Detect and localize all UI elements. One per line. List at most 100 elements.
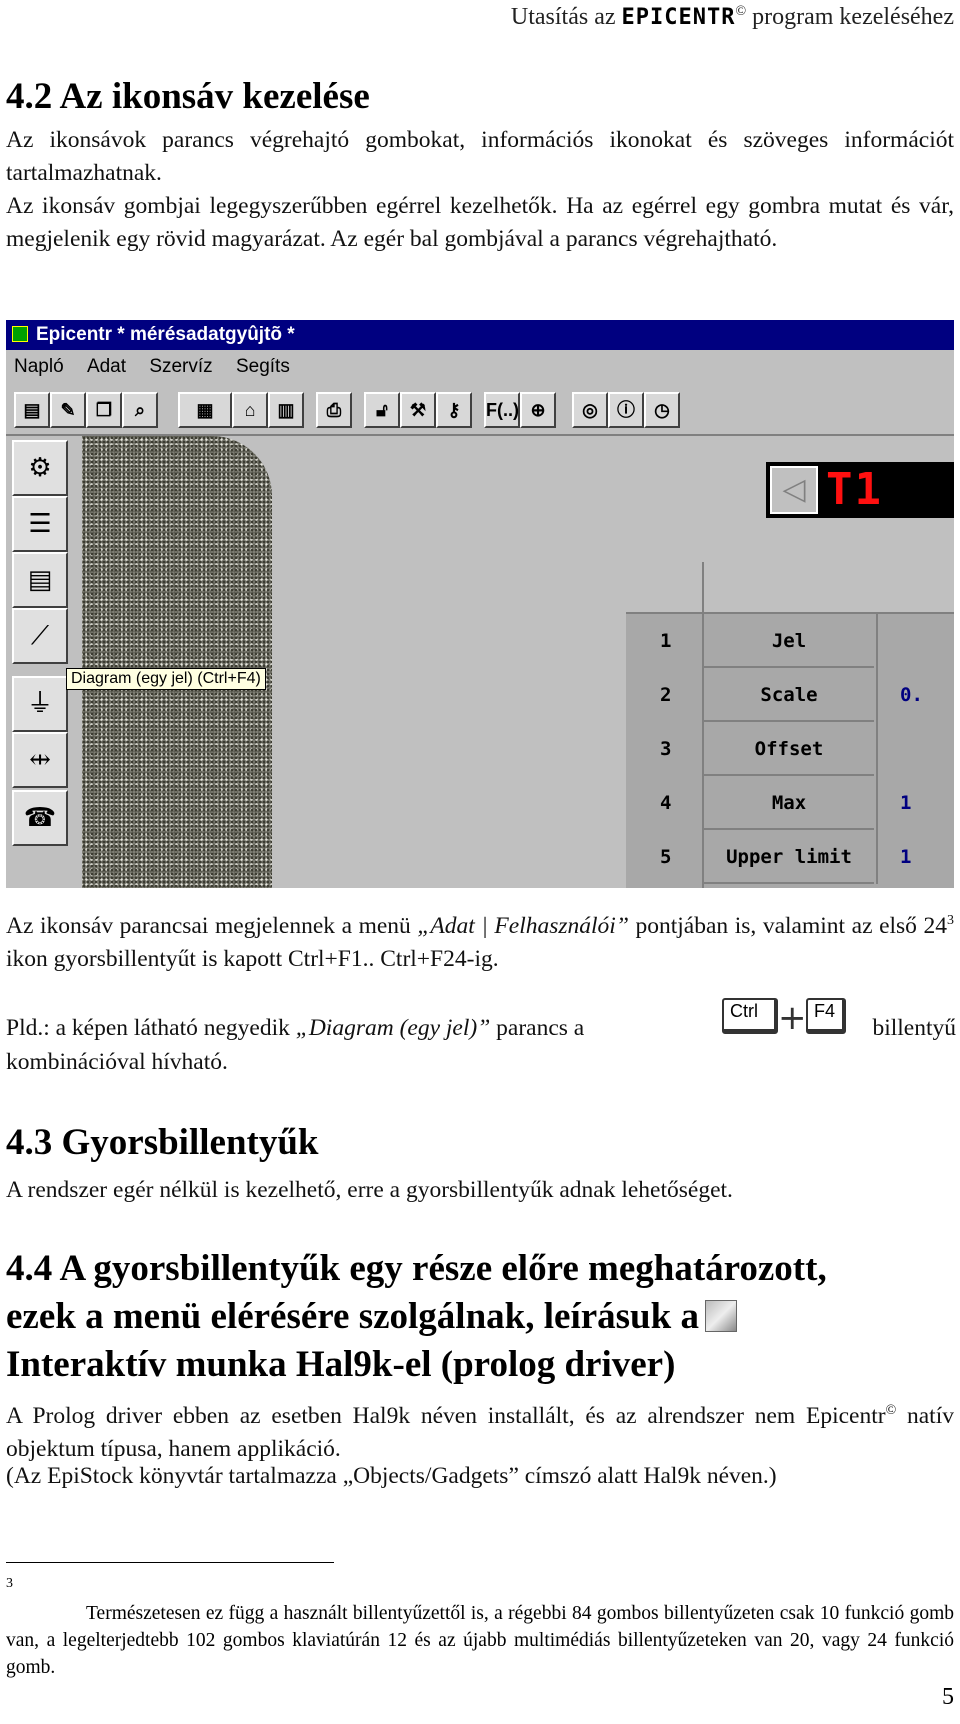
- paragraph-example-word: billentyű: [856, 1012, 956, 1045]
- paragraph-prolog-driver: A Prolog driver ebben az esetben Hal9k n…: [6, 1394, 954, 1466]
- menu-path: „Adat | Felhasználói”: [417, 912, 629, 939]
- plus-sign: +: [778, 998, 807, 1038]
- triangle-left-icon[interactable]: ◁: [770, 466, 818, 514]
- icon-toolbar: ▤ ✎ ❐ ⌕ ▦ ⌂ ▥ ⎙ 🔓︎ ⚒ ⚷ F(..) ⊕ ◎ ⓘ ◷: [6, 384, 954, 436]
- row-value: 1: [900, 846, 912, 868]
- heading-text: ezek a menü elérésére szolgálnak, leírás…: [6, 1296, 699, 1337]
- epicentr-logo: EPICENTR: [621, 5, 736, 30]
- led-display: ◁ T1: [766, 462, 954, 518]
- signal-icon[interactable]: ⚙: [12, 440, 68, 496]
- row-number: 5: [660, 846, 672, 868]
- heading-4-4-line1: 4.4 A gyorsbillentyűk egy része előre me…: [6, 1248, 827, 1289]
- hammer-icon[interactable]: ⚒: [400, 392, 436, 428]
- footnote-separator: [6, 1562, 334, 1563]
- column-divider: [876, 776, 878, 830]
- board-icon[interactable]: ▦: [178, 392, 232, 428]
- left-icon-bar: ⚙ ☰ ▤ ⟋ ⏚ ⇹ ☎: [6, 436, 82, 888]
- column-divider: [876, 830, 878, 884]
- menu-naplo[interactable]: Napló: [14, 356, 64, 377]
- printer-icon[interactable]: ⎙: [316, 392, 352, 428]
- row-number: 1: [660, 630, 672, 652]
- oscilloscope-icon[interactable]: ⏚: [12, 676, 68, 732]
- heading-4-3: 4.3 Gyorsbillentyűk: [6, 1122, 319, 1163]
- grid-row[interactable]: 1 Jel: [626, 614, 954, 668]
- channel-grid: 1 Jel 2 Scale 0. 3 Offset 4 Max 1 5 Uppe…: [626, 562, 954, 888]
- paragraph-shortcuts: A rendszer egér nélkül is kezelhető, err…: [6, 1177, 733, 1203]
- display-value: T1: [826, 464, 883, 515]
- menu-segits[interactable]: Segíts: [236, 356, 290, 377]
- command-name: „Diagram (egy jel)”: [295, 1015, 491, 1041]
- text-fragment: pontjában is, valamint az első 24: [628, 912, 947, 939]
- ctrl-key: Ctrl: [722, 998, 778, 1034]
- row-number: 4: [660, 792, 672, 814]
- tooltip: Diagram (egy jel) (Ctrl+F4): [66, 668, 266, 690]
- column-divider: [876, 668, 878, 722]
- pages-icon[interactable]: ❐: [86, 392, 122, 428]
- paragraph-example-line1: Pld.: a képen látható negyedik „Diagram …: [6, 1012, 716, 1045]
- key-icon[interactable]: ⚷: [436, 392, 472, 428]
- text-fragment: kombinációval hívható.: [6, 1049, 228, 1075]
- table-icon[interactable]: ▥: [268, 392, 304, 428]
- footnote-ref: 3: [947, 913, 954, 928]
- window-titlebar: Epicentr * mérésadatgyûjtõ *: [6, 320, 954, 350]
- row-value: 1: [900, 792, 912, 814]
- heading-4-2: 4.2 Az ikonsáv kezelése: [6, 76, 370, 117]
- inspect-icon[interactable]: ⊕: [520, 392, 556, 428]
- menu-adat[interactable]: Adat: [87, 356, 126, 377]
- noise-image: [82, 436, 272, 888]
- function-button[interactable]: F(..): [484, 392, 520, 428]
- window-title: Epicentr * mérésadatgyûjtõ *: [36, 324, 295, 345]
- text-fragment: A Prolog driver ebben az esetben Hal9k n…: [6, 1402, 886, 1429]
- row-label: Offset: [704, 722, 874, 776]
- info-icon[interactable]: ⓘ: [608, 392, 644, 428]
- zoom-icon[interactable]: ⌕: [122, 392, 158, 428]
- paragraph-menu-shortcuts: Az ikonsáv parancsai megjelennek a menü …: [6, 904, 954, 976]
- house-icon[interactable]: ⌂: [232, 392, 268, 428]
- document-icon[interactable]: ▤: [12, 552, 68, 608]
- stack-icon[interactable]: ☰: [12, 496, 68, 552]
- row-label: Jel: [704, 614, 874, 668]
- row-number: 3: [660, 738, 672, 760]
- diagram-icon[interactable]: ⟋: [12, 608, 68, 664]
- notepad-icon[interactable]: ▤: [14, 392, 50, 428]
- text-fragment: Pld.: a képen látható negyedik: [6, 1015, 296, 1041]
- page-number: 5: [942, 1684, 954, 1710]
- grid-row[interactable]: 2 Scale 0.: [626, 668, 954, 722]
- footnote-text: Természetesen ez függ a használt billent…: [6, 1603, 954, 1678]
- text-fragment: ikon gyorsbillentyűt is kapott Ctrl+F1..…: [6, 945, 499, 972]
- menu-bar: Napló Adat Szervíz Segíts: [6, 350, 954, 384]
- header-prefix: Utasítás az: [510, 4, 616, 30]
- paragraph-example-line2: kombinációval hívható.: [6, 1046, 954, 1079]
- row-label: Upper limit: [704, 830, 874, 884]
- grid-row[interactable]: 4 Max 1: [626, 776, 954, 830]
- app-icon: [12, 326, 28, 342]
- copyright-sign: ©: [885, 1403, 897, 1418]
- app-screenshot: Epicentr * mérésadatgyûjtõ * Napló Adat …: [6, 320, 954, 888]
- heading-4-4-line2: ezek a menü elérésére szolgálnak, leírás…: [6, 1294, 737, 1340]
- heading-4-4-line3: Interaktív munka Hal9k-el (prolog driver…: [6, 1344, 676, 1385]
- edit-icon[interactable]: ✎: [50, 392, 86, 428]
- grid-row[interactable]: 5 Upper limit 1: [626, 830, 954, 884]
- copyright-sign: ©: [735, 4, 747, 19]
- clock-icon[interactable]: ◷: [644, 392, 680, 428]
- phone-icon[interactable]: ☎: [12, 790, 68, 846]
- column-divider: [876, 614, 878, 668]
- row-value: 0.: [900, 684, 923, 706]
- text-fragment: parancs a: [490, 1015, 585, 1041]
- column-divider: [876, 722, 878, 776]
- grid-row[interactable]: 3 Offset: [626, 722, 954, 776]
- hal9k-icon: [704, 1300, 737, 1332]
- header-suffix: program kezeléséhez: [752, 4, 954, 30]
- running-header: Utasítás az EPICENTR© program kezeléséhe…: [511, 4, 954, 31]
- connector-icon[interactable]: ⇹: [12, 732, 68, 788]
- document-page: Utasítás az EPICENTR© program kezeléséhe…: [0, 0, 960, 1724]
- menu-szerviz[interactable]: Szervíz: [149, 356, 212, 377]
- lock-icon[interactable]: 🔓︎: [364, 392, 400, 428]
- row-number: 2: [660, 684, 672, 706]
- paragraph-epistock: (Az EpiStock könyvtár tartalmazza „Objec…: [6, 1463, 777, 1489]
- row-label: Scale: [704, 668, 874, 722]
- lifebuoy-icon[interactable]: ◎: [572, 392, 608, 428]
- row-label: Max: [704, 776, 874, 830]
- text-fragment: billentyű: [872, 1015, 956, 1041]
- text-fragment: Az ikonsáv parancsai megjelennek a menü: [6, 912, 418, 939]
